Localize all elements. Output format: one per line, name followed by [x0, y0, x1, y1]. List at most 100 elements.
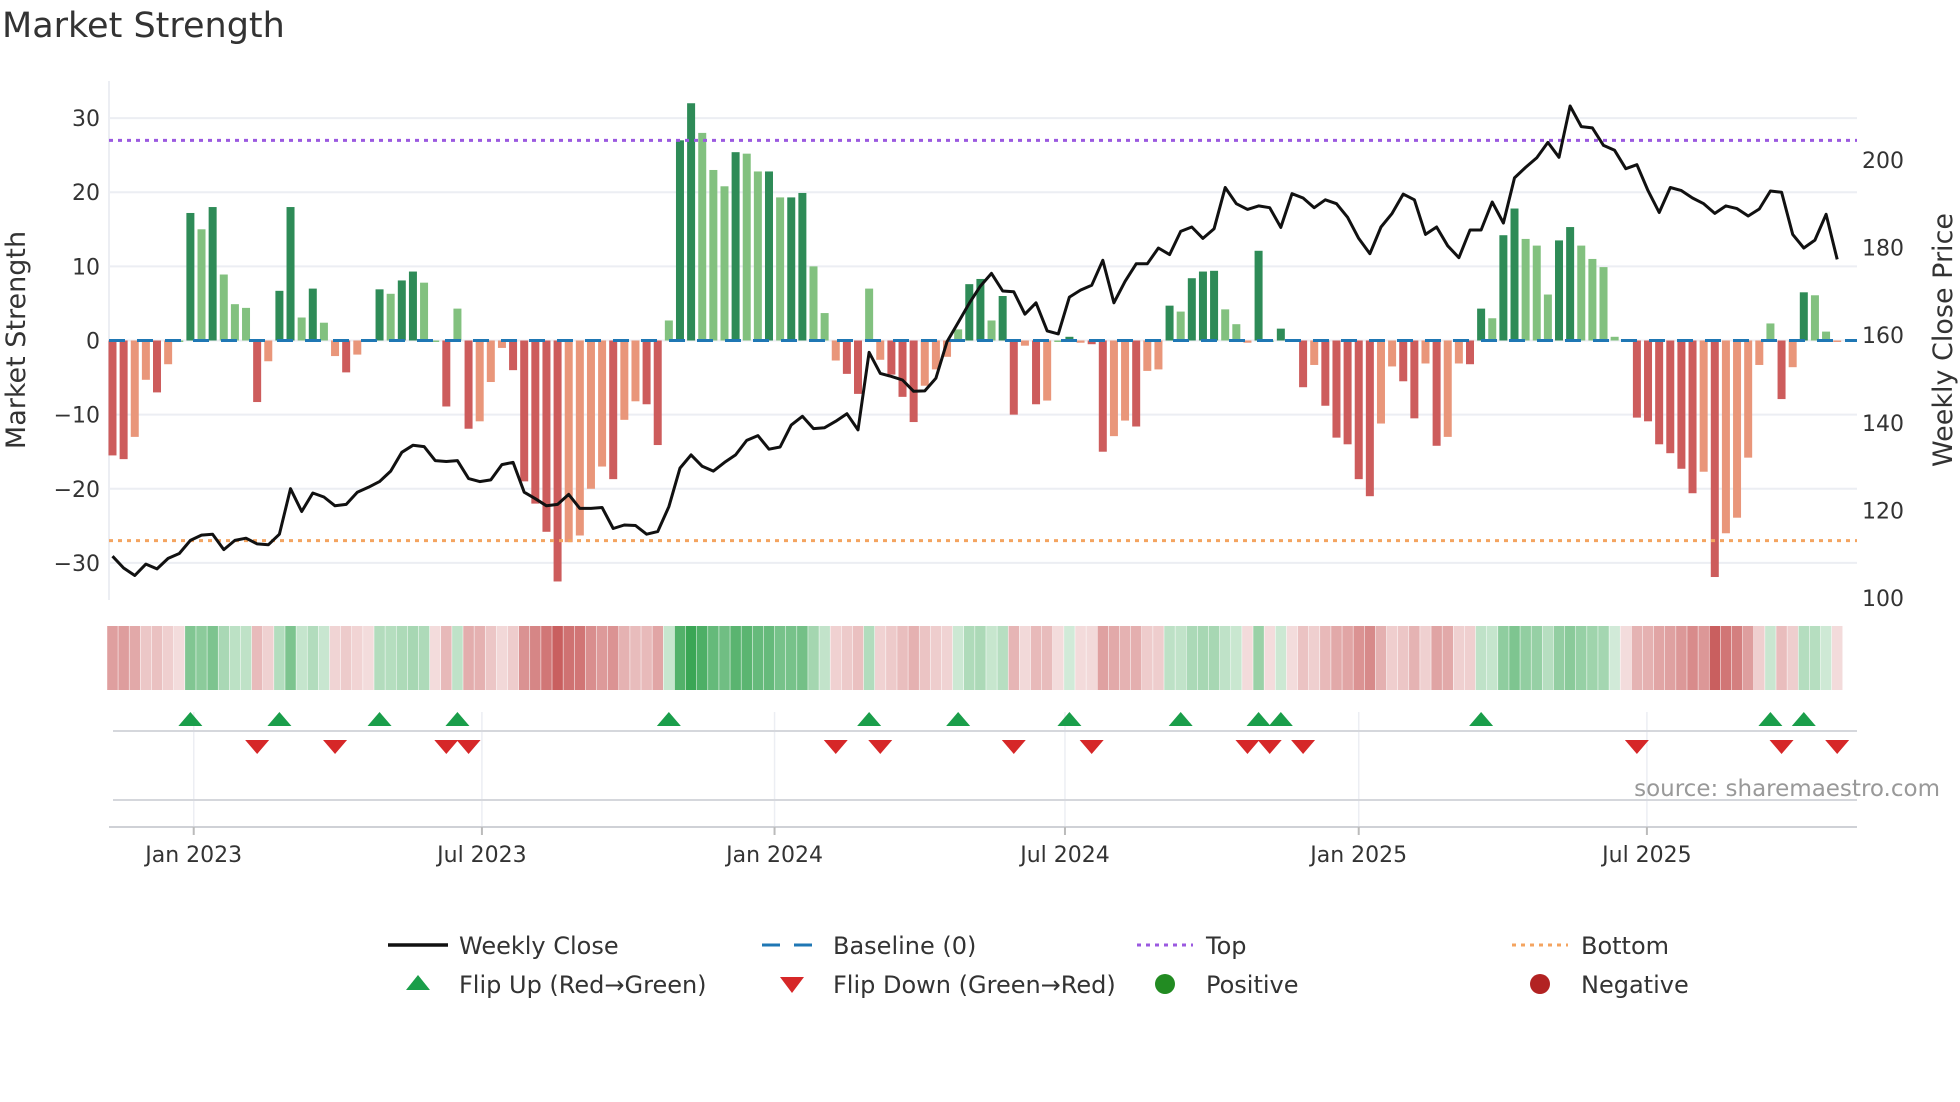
- heat-cell: [1720, 626, 1732, 690]
- heat-cell: [596, 626, 608, 690]
- legend-label: Negative: [1581, 971, 1689, 999]
- strength-bar: [987, 320, 996, 341]
- strength-bar: [453, 308, 462, 341]
- flip-up-marker: [267, 712, 292, 726]
- heat-cell: [285, 626, 296, 690]
- heat-cell: [1119, 626, 1131, 690]
- strength-bar: [1410, 340, 1419, 419]
- heat-cell: [1453, 626, 1465, 690]
- strength-bar: [1321, 340, 1330, 406]
- strength-bar: [1543, 294, 1552, 341]
- strength-bars: [108, 103, 1842, 582]
- strength-bar: [1432, 340, 1441, 446]
- strength-bar: [1532, 245, 1541, 341]
- strength-bar: [386, 293, 395, 341]
- heat-cell: [1019, 626, 1031, 690]
- heat-cell: [541, 626, 552, 690]
- strength-bar: [297, 317, 306, 341]
- heat-cell: [1064, 626, 1075, 690]
- strength-bar: [1688, 340, 1697, 494]
- strength-bar: [809, 266, 818, 341]
- strength-bar: [1632, 340, 1641, 418]
- heat-cell: [652, 626, 664, 690]
- strength-bar: [1154, 340, 1163, 370]
- strength-bar: [375, 289, 384, 341]
- strength-bar: [898, 340, 907, 397]
- flip-up-marker: [656, 712, 681, 726]
- heat-cell: [1753, 626, 1765, 690]
- flip-markers: [178, 712, 1850, 754]
- strength-bar: [141, 340, 150, 380]
- heat-cell: [1320, 626, 1331, 690]
- x-tick-label: Jan 2024: [724, 843, 823, 868]
- legend-triangle-down-icon: [780, 977, 804, 993]
- strength-bar: [1187, 278, 1196, 341]
- strength-bar: [308, 288, 317, 341]
- heat-cell: [1587, 626, 1598, 690]
- heat-cell: [997, 626, 1008, 690]
- strength-bar: [331, 340, 340, 357]
- legend: Weekly Close Baseline (0) Top Bottom Flip Up…: [388, 932, 1689, 999]
- heat-cell: [274, 626, 285, 690]
- heat-cell: [1776, 626, 1787, 690]
- flip-down-marker: [823, 740, 848, 754]
- heat-cell: [218, 626, 230, 690]
- strength-bar: [620, 340, 629, 420]
- heat-cell: [1642, 626, 1654, 690]
- flip-down-marker: [434, 740, 459, 754]
- strength-bar: [253, 340, 262, 403]
- y2-tick-label: 100: [1862, 587, 1904, 612]
- strength-bar: [319, 322, 328, 341]
- strength-bar: [753, 171, 762, 341]
- strength-bar: [286, 207, 295, 341]
- strength-bar: [486, 340, 495, 383]
- heat-cell: [1253, 626, 1264, 690]
- flip-down-marker: [1235, 740, 1260, 754]
- heat-cell: [351, 626, 363, 690]
- strength-bar: [787, 197, 796, 341]
- heat-cell: [863, 626, 875, 690]
- strength-bar: [1109, 340, 1118, 437]
- heat-cell: [874, 626, 886, 690]
- flip-down-marker: [1825, 740, 1850, 754]
- heat-cell: [1520, 626, 1531, 690]
- heat-cell: [185, 626, 196, 690]
- heat-cell: [1698, 626, 1709, 690]
- heat-cell: [329, 626, 341, 690]
- flip-up-marker: [178, 712, 203, 726]
- heat-cell: [1798, 626, 1810, 690]
- heat-cell: [1509, 626, 1520, 690]
- heat-cell: [1486, 626, 1498, 690]
- strength-bar: [1721, 340, 1730, 534]
- heat-cell: [1709, 626, 1721, 690]
- heat-cell: [1375, 626, 1387, 690]
- strength-bar: [1421, 340, 1430, 364]
- y2-axis-label: Weekly Close Price: [1928, 213, 1959, 467]
- heat-cell: [685, 626, 697, 690]
- strength-bar: [1577, 245, 1586, 341]
- heat-cell: [1742, 626, 1754, 690]
- flip-up-marker: [1791, 712, 1816, 726]
- strength-bar: [1232, 324, 1241, 341]
- y-tick-label: 10: [72, 255, 100, 280]
- strength-bar: [1777, 340, 1786, 400]
- strength-bar: [1566, 227, 1575, 341]
- y-tick-label: 30: [72, 107, 100, 132]
- strength-bar: [230, 304, 239, 341]
- strength-bar: [1376, 340, 1385, 424]
- strength-bar: [1343, 340, 1352, 445]
- heat-cell: [930, 626, 942, 690]
- legend-label: Baseline (0): [833, 932, 976, 960]
- strength-bar: [1799, 292, 1808, 341]
- strength-bar: [1443, 340, 1452, 437]
- heat-cell: [1030, 626, 1042, 690]
- heat-cell: [696, 626, 708, 690]
- strength-bar: [698, 132, 707, 341]
- strength-bar: [1399, 340, 1408, 382]
- strength-bar: [598, 340, 607, 467]
- heat-cell: [396, 626, 408, 690]
- heat-cell: [463, 626, 474, 690]
- flip-up-marker: [1469, 712, 1494, 726]
- heat-cell: [441, 626, 452, 690]
- strength-bar: [1833, 340, 1842, 342]
